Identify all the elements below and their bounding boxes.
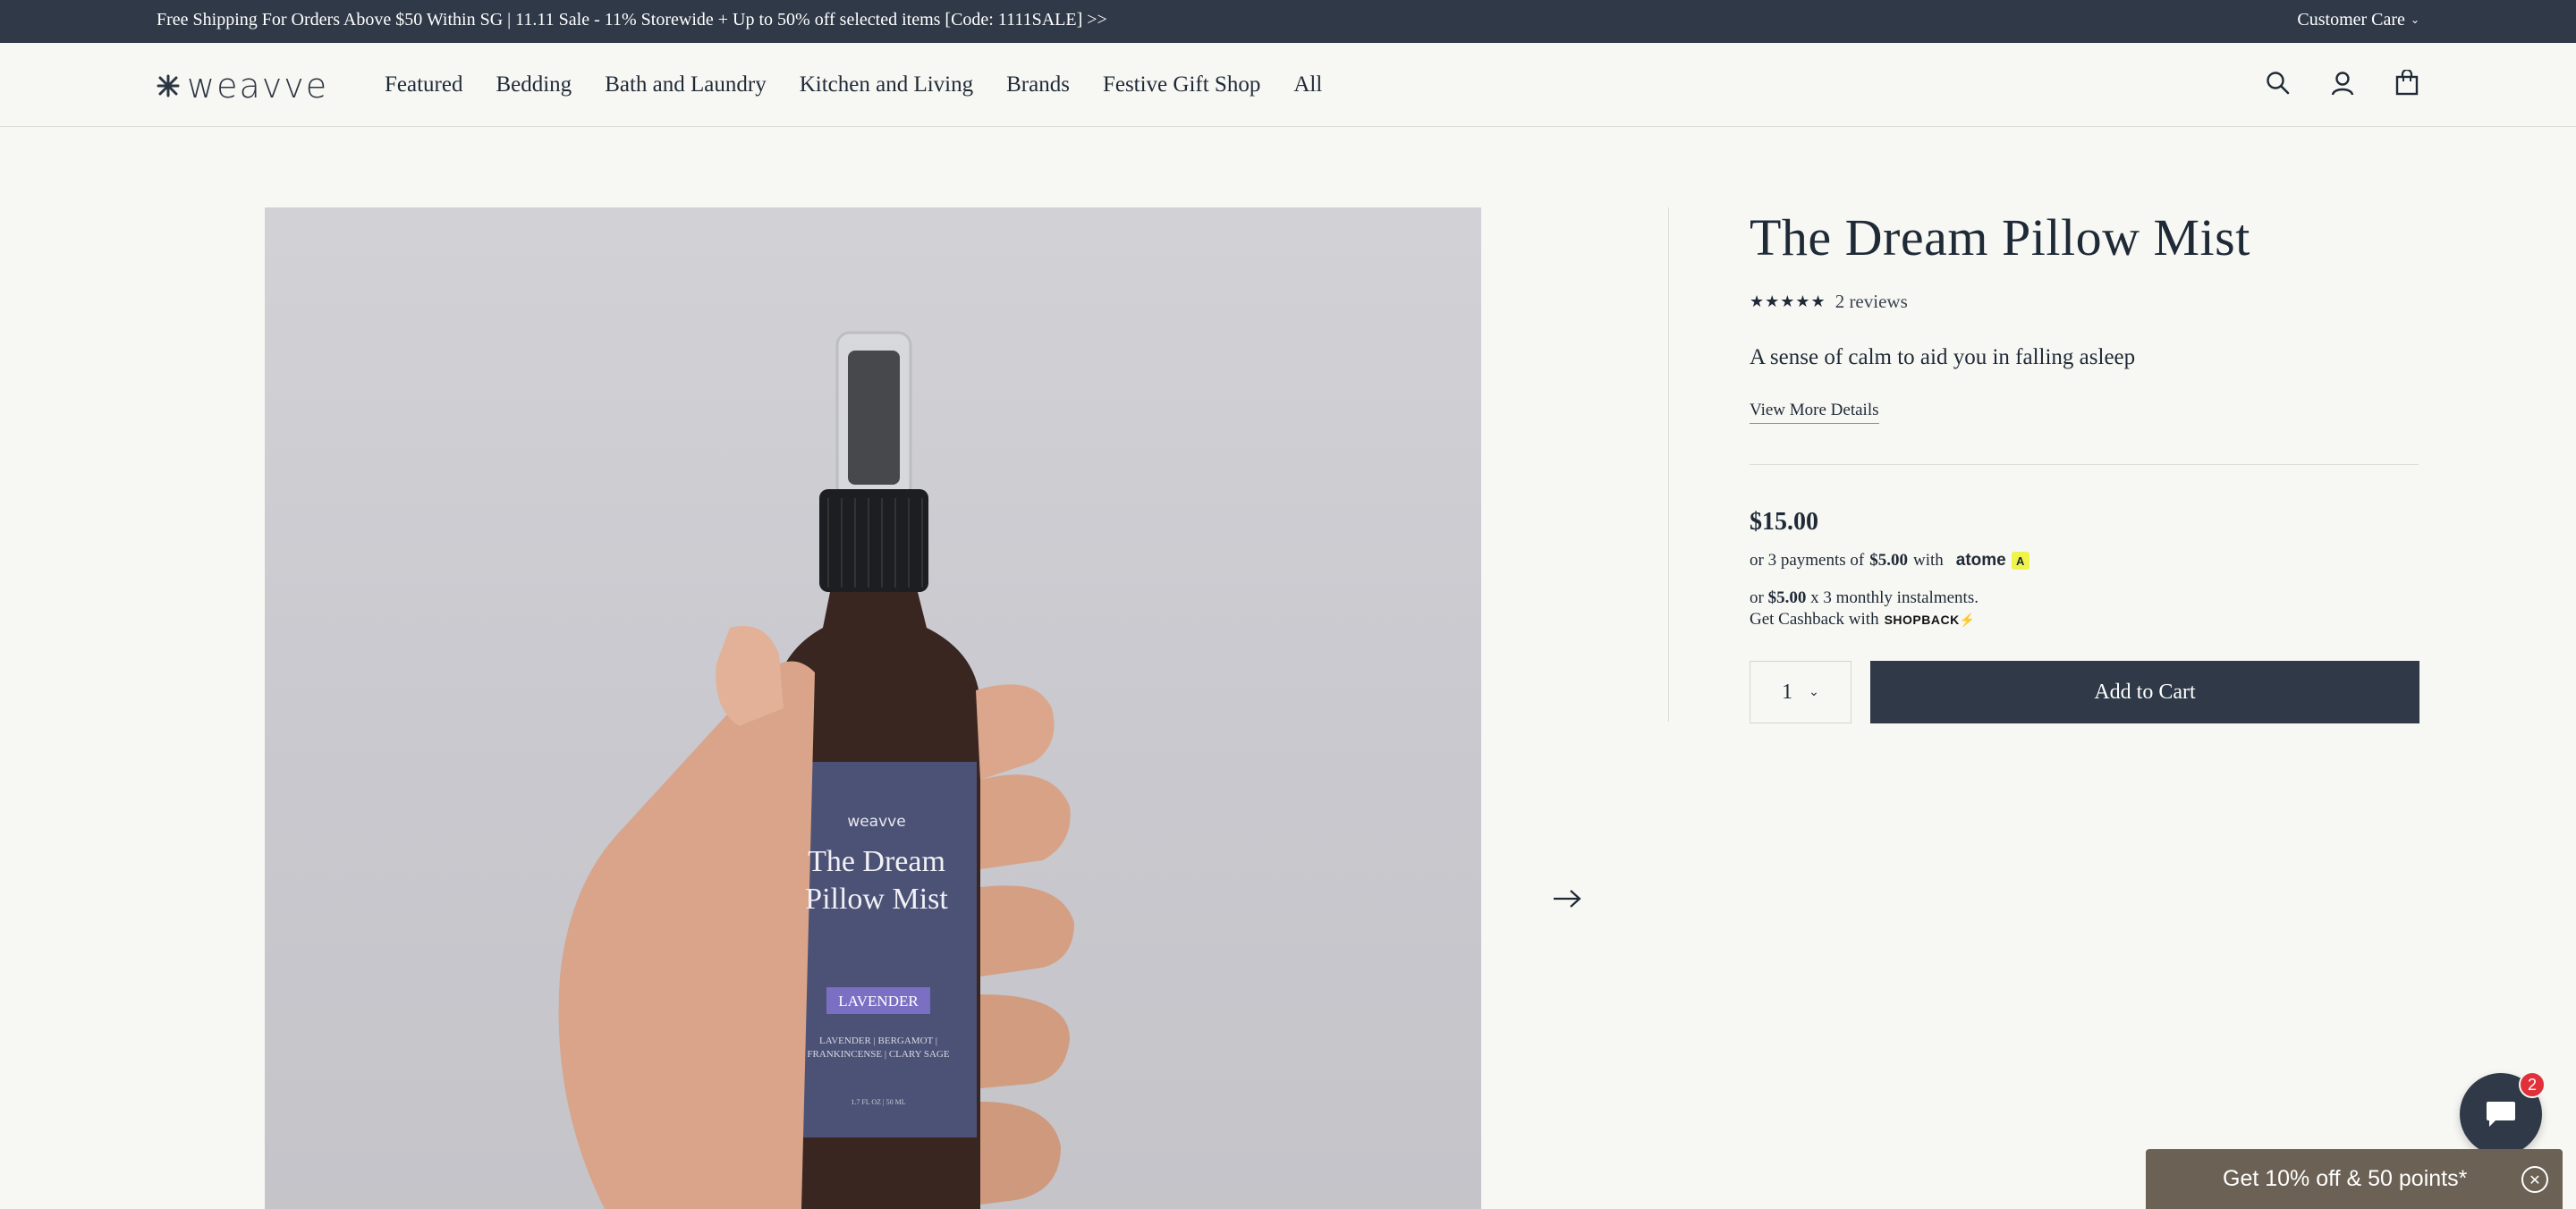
nav-all[interactable]: All: [1293, 72, 1322, 97]
label-title-line2: Pillow Mist: [805, 883, 948, 916]
add-to-cart-button[interactable]: Add to Cart: [1870, 661, 2419, 723]
customer-care-menu[interactable]: Customer Care ⌄: [2297, 0, 2419, 39]
label-variant: LAVENDER: [838, 993, 919, 1010]
cart-icon[interactable]: [2394, 70, 2419, 97]
product-title: The Dream Pillow Mist: [1750, 208, 2250, 266]
label-size: 1.7 FL OZ | 50 ML: [851, 1098, 905, 1106]
rating-stars: ★★★★★: [1750, 292, 1826, 310]
nav-featured[interactable]: Featured: [385, 72, 462, 97]
product-subtitle: A sense of calm to aid you in falling as…: [1750, 345, 2136, 369]
account-icon[interactable]: [2330, 70, 2355, 97]
chat-bubble-icon: [2487, 1102, 2515, 1127]
header-icons: [2266, 70, 2419, 97]
nav-bath-and-laundry[interactable]: Bath and Laundry: [605, 72, 767, 97]
label-notes-line2: FRANKINCENSE | CLARY SAGE: [807, 1049, 949, 1060]
logo-mark-icon: [157, 74, 180, 97]
customer-care-label: Customer Care: [2297, 10, 2405, 30]
shopback-cashback-label: Get Cashback with: [1750, 610, 1879, 629]
promo-banner[interactable]: Get 10% off & 50 points* ✕: [2146, 1149, 2563, 1209]
shopback-cashback[interactable]: Get Cashback with SHOPBACK⚡: [1750, 610, 1976, 630]
shopback-suffix: x 3 monthly instalments.: [1810, 588, 1979, 607]
announcement-message[interactable]: Free Shipping For Orders Above $50 Withi…: [157, 0, 1107, 39]
label-title-line1: The Dream: [808, 845, 945, 878]
nav-brands[interactable]: Brands: [1006, 72, 1070, 97]
nav-festive-gift-shop[interactable]: Festive Gift Shop: [1103, 72, 1260, 97]
chat-launcher[interactable]: 2: [2460, 1071, 2546, 1155]
shopback-brand: SHOPBACK: [1884, 612, 1960, 627]
shopback-amount: $5.00: [1767, 588, 1807, 607]
quantity-value: 1: [1782, 680, 1793, 704]
search-icon[interactable]: [2266, 70, 2291, 97]
main-nav: Featured Bedding Bath and Laundry Kitche…: [385, 43, 1322, 127]
atome-badge-icon: A: [2011, 552, 2029, 570]
label-notes-line1: LAVENDER | BERGAMOT |: [819, 1036, 937, 1046]
product-price: $15.00: [1750, 508, 1818, 536]
product-image[interactable]: weavve The Dream Pillow Mist LAVENDER LA…: [265, 207, 1481, 1209]
nav-kitchen-and-living[interactable]: Kitchen and Living: [800, 72, 973, 97]
reviews-count[interactable]: 2 reviews: [1835, 291, 1908, 313]
shopback-logo: SHOPBACK⚡: [1884, 612, 1976, 627]
shopback-prefix: or: [1750, 588, 1764, 607]
quantity-selector[interactable]: 1 ⌄: [1750, 661, 1852, 723]
atome-installments[interactable]: or 3 payments of $5.00 with atome A: [1750, 551, 2029, 571]
promo-text: Get 10% off & 50 points*: [2223, 1166, 2468, 1191]
chevron-down-icon: ⌄: [2410, 13, 2419, 26]
logo[interactable]: weavve: [157, 66, 328, 106]
product-photo: weavve The Dream Pillow Mist LAVENDER LA…: [558, 331, 1074, 1209]
nav-bedding[interactable]: Bedding: [496, 72, 572, 97]
label-brand: weavve: [847, 813, 905, 831]
logo-text: weavve: [187, 66, 329, 106]
next-image-arrow-icon[interactable]: [1552, 885, 1582, 912]
atome-with: with: [1912, 551, 1944, 570]
info-divider: [1750, 464, 2419, 465]
atome-prefix: or 3 payments of: [1750, 551, 1865, 570]
announcement-bar: Free Shipping For Orders Above $50 Withi…: [0, 0, 2576, 43]
view-more-details-link[interactable]: View More Details: [1750, 401, 1879, 424]
vertical-divider: [1668, 207, 1669, 722]
site-header: weavve Featured Bedding Bath and Laundry…: [0, 43, 2576, 127]
chat-unread-badge: 2: [2519, 1071, 2546, 1098]
shopback-installments: or $5.00 x 3 monthly instalments.: [1750, 588, 1979, 608]
product-rating[interactable]: ★★★★★ 2 reviews: [1750, 291, 2419, 313]
close-icon[interactable]: ✕: [2521, 1166, 2548, 1193]
product-info: The Dream Pillow Mist ★★★★★ 2 reviews A …: [1750, 207, 2419, 723]
atome-logo: atome: [1955, 551, 2006, 570]
chevron-down-icon: ⌄: [1809, 685, 1819, 699]
atome-amount: $5.00: [1869, 551, 1908, 570]
